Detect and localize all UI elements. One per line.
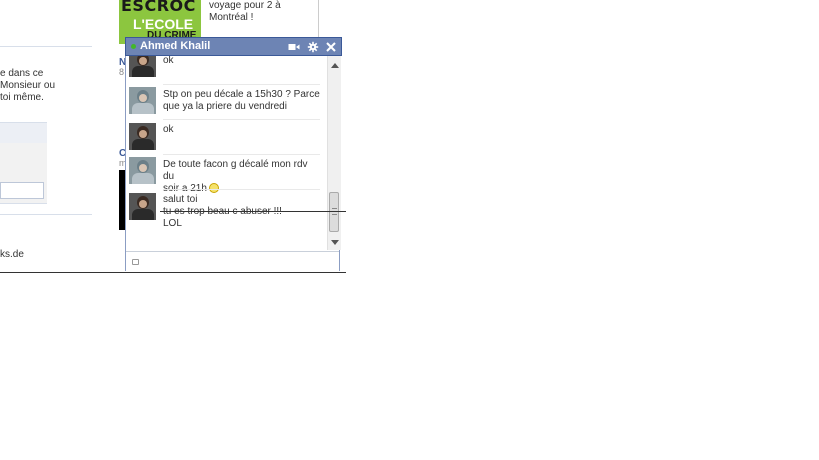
ad-text[interactable]: voyage pour 2 à Montréal !: [209, 0, 309, 24]
message-line: ok: [163, 124, 174, 135]
divider: [163, 189, 320, 190]
chat-header[interactable]: Ahmed Khalil: [125, 37, 342, 56]
chat-message: ok: [126, 56, 321, 77]
divider: [0, 46, 92, 47]
chat-message-text: ok: [163, 124, 174, 136]
left-text-line: toi même.: [0, 92, 44, 103]
message-line: tu es trop beau c abuser !!!: [163, 206, 282, 218]
chat-window: Ahmed Khalil ok Stp on peu décale a 15h3…: [125, 37, 342, 271]
stray-line: [160, 211, 346, 212]
avatar[interactable]: [129, 56, 156, 77]
scroll-down-arrow-icon[interactable]: [331, 240, 339, 245]
divider: [0, 272, 346, 273]
avatar[interactable]: [129, 87, 156, 114]
chat-message-text: Stp on peu décale a 15h30 ? Parce que ya…: [163, 89, 320, 113]
divider: [163, 154, 320, 155]
chat-message-list[interactable]: ok Stp on peu décale a 15h30 ? Parce que…: [126, 56, 327, 250]
message-line: que ya la priere du vendredi: [163, 101, 287, 112]
chat-message: Stp on peu décale a 15h30 ? Parce que ya…: [126, 86, 321, 120]
scrollbar-thumb[interactable]: [329, 192, 339, 232]
text-input[interactable]: [0, 182, 44, 199]
message-line: LOL: [163, 218, 182, 229]
chat-contact-name[interactable]: Ahmed Khalil: [140, 40, 210, 52]
divider: [0, 214, 92, 215]
speech-bubble-icon: [132, 259, 139, 265]
scroll-up-arrow-icon[interactable]: [331, 63, 339, 68]
left-text-line: e dans ce: [0, 68, 44, 79]
section-header-bar: [0, 122, 47, 144]
gear-icon[interactable]: [307, 41, 319, 53]
chat-scrollbar[interactable]: [327, 56, 341, 250]
video-icon[interactable]: [288, 41, 300, 53]
message-line: Stp on peu décale a 15h30 ? Parce: [163, 89, 320, 100]
link-domain[interactable]: ks.de: [0, 249, 24, 260]
count-fragment: 8: [119, 67, 125, 77]
divider: [163, 84, 320, 85]
avatar[interactable]: [129, 157, 156, 184]
avatar[interactable]: [129, 193, 156, 220]
divider: [163, 119, 320, 120]
message-line: De toute facon g décalé mon rdv du: [163, 159, 308, 182]
chat-message: De toute facon g décalé mon rdv du soir …: [126, 156, 321, 194]
divider: [318, 0, 319, 37]
online-status-icon: [131, 44, 136, 49]
left-text-line: Monsieur ou: [0, 80, 56, 91]
chat-message: salut toi tu es trop beau c abuser !!! L…: [126, 192, 321, 242]
left-text-fragment: e dans ce Monsieur ou toi même.: [0, 68, 92, 104]
message-line: ok: [163, 56, 174, 66]
chat-message-text: ok: [163, 56, 174, 67]
chat-input[interactable]: [126, 251, 339, 271]
chat-message: ok: [126, 122, 321, 154]
avatar[interactable]: [129, 123, 156, 150]
message-line: salut toi: [163, 194, 198, 205]
ad-image-text: ESCROC: [121, 0, 196, 15]
close-icon[interactable]: [325, 41, 337, 53]
chat-message-text: salut toi tu es trop beau c abuser !!! L…: [163, 194, 282, 230]
